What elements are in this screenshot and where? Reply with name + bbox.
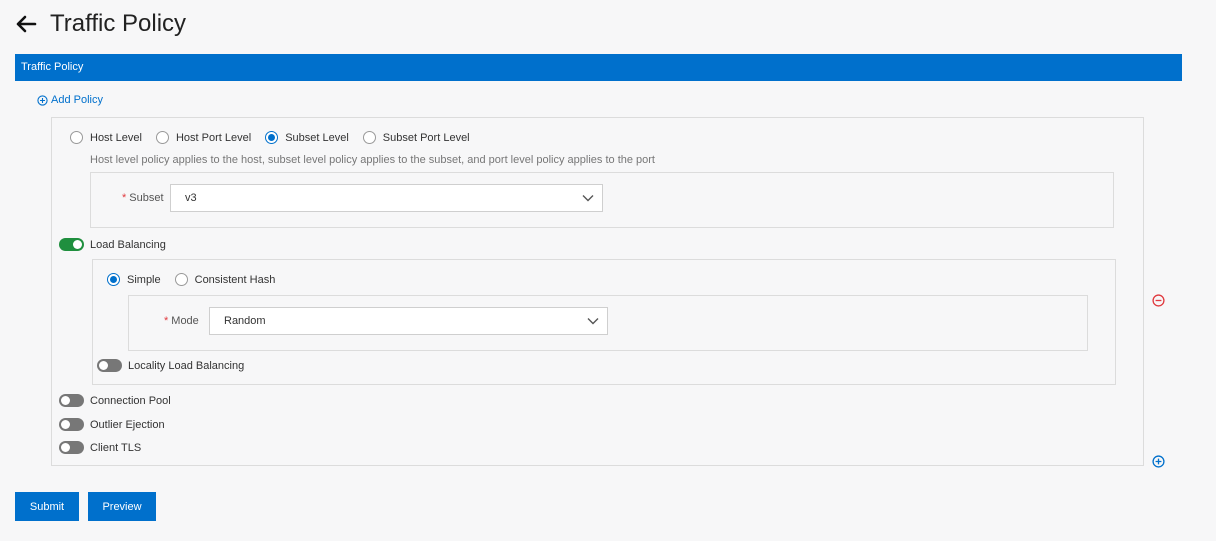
subset-label-text: Subset <box>129 192 164 204</box>
radio-subset-level[interactable]: Subset Level <box>265 131 349 144</box>
client-tls-label: Client TLS <box>90 441 142 454</box>
required-mark: * <box>122 192 127 204</box>
load-balancing-label: Load Balancing <box>90 238 166 251</box>
subset-select[interactable]: v3 <box>170 184 603 212</box>
load-balancing-row: Load Balancing <box>59 238 166 251</box>
radio-simple[interactable]: Simple <box>107 273 161 286</box>
add-policy-link[interactable]: Add Policy <box>37 94 103 106</box>
connection-pool-row: Connection Pool <box>59 394 171 407</box>
locality-lb-label: Locality Load Balancing <box>128 359 245 372</box>
radio-button[interactable] <box>155 131 169 144</box>
preview-button[interactable]: Preview <box>88 492 156 521</box>
subset-select-value: v3 <box>185 192 197 204</box>
radio-label: Subset Level <box>285 131 349 144</box>
radio-host-port-level[interactable]: Host Port Level <box>155 131 252 144</box>
remove-policy-icon[interactable] <box>1152 294 1165 307</box>
add-circle-icon[interactable] <box>1152 455 1165 468</box>
radio-button[interactable] <box>107 273 120 286</box>
radio-button[interactable] <box>362 131 376 144</box>
policy-card: Host Level Host Port Level Subset Level … <box>51 117 1144 466</box>
client-tls-row: Client TLS <box>59 441 141 454</box>
section-header: Traffic Policy <box>15 54 1182 81</box>
radio-button[interactable] <box>70 131 83 144</box>
policy-level-hint: Host level policy applies to the host, s… <box>90 154 655 166</box>
radio-label: Consistent Hash <box>194 273 276 286</box>
locality-lb-row: Locality Load Balancing <box>97 359 244 372</box>
radio-consistent-hash[interactable]: Consistent Hash <box>174 273 276 286</box>
chevron-down-icon <box>582 195 594 202</box>
page-title: Traffic Policy <box>50 10 187 37</box>
outlier-ejection-toggle[interactable] <box>59 418 84 431</box>
mode-select-value: Random <box>224 315 266 327</box>
submit-button[interactable]: Submit <box>15 492 79 521</box>
mode-select[interactable]: Random <box>209 307 608 335</box>
add-circle-icon <box>37 94 48 106</box>
chevron-down-icon <box>587 318 599 325</box>
radio-button[interactable] <box>174 273 188 286</box>
connection-pool-toggle[interactable] <box>59 394 84 407</box>
subset-form-box: * Subset v3 <box>90 172 1114 228</box>
radio-label: Simple <box>127 273 161 286</box>
lb-type-radio-group: Simple Consistent Hash <box>107 273 289 286</box>
subset-label: * Subset <box>122 192 164 204</box>
radio-label: Host Port Level <box>175 131 252 144</box>
back-arrow-icon[interactable] <box>14 12 38 36</box>
outlier-ejection-row: Outlier Ejection <box>59 418 165 431</box>
connection-pool-label: Connection Pool <box>90 394 171 407</box>
mode-label: * Mode <box>164 315 199 327</box>
page-header: Traffic Policy <box>14 8 186 40</box>
radio-button[interactable] <box>265 131 279 144</box>
radio-label: Host Level <box>90 131 142 144</box>
outlier-ejection-label: Outlier Ejection <box>90 418 165 431</box>
locality-lb-toggle[interactable] <box>97 359 122 372</box>
load-balancing-toggle[interactable] <box>59 238 84 251</box>
add-policy-label: Add Policy <box>51 94 103 106</box>
mode-form-box: * Mode Random <box>128 295 1088 351</box>
load-balancing-box: Simple Consistent Hash * Mode Random Loca… <box>92 259 1116 385</box>
radio-label: Subset Port Level <box>382 131 470 144</box>
required-mark: * <box>164 315 169 327</box>
policy-level-radio-group: Host Level Host Port Level Subset Level … <box>70 131 484 144</box>
mode-label-text: Mode <box>171 315 199 327</box>
radio-host-level[interactable]: Host Level <box>70 131 142 144</box>
client-tls-toggle[interactable] <box>59 441 84 454</box>
radio-subset-port-level[interactable]: Subset Port Level <box>362 131 470 144</box>
